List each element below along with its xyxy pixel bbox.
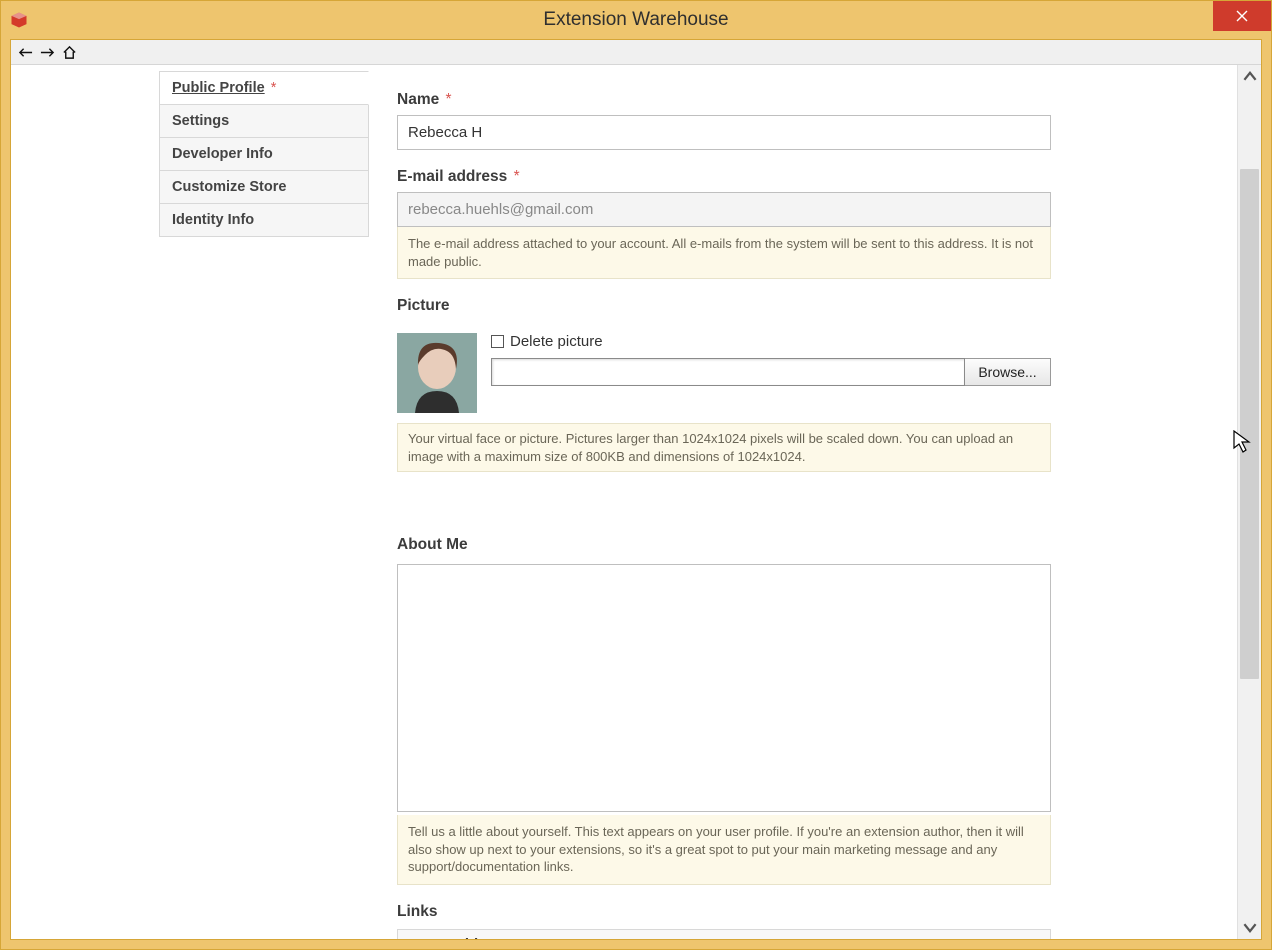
- close-button[interactable]: [1213, 1, 1271, 31]
- home-icon[interactable]: [60, 43, 78, 61]
- avatar: [397, 333, 477, 413]
- picture-row: Delete picture Browse...: [397, 333, 1051, 413]
- sidebar-item-label: Public Profile: [172, 80, 265, 96]
- name-group: Name *: [397, 91, 1051, 150]
- links-table: Title URL ✥: [397, 929, 1051, 939]
- content-viewport: Public Profile * Settings Developer Info…: [11, 65, 1261, 939]
- picture-help: Your virtual face or picture. Pictures l…: [397, 423, 1051, 472]
- sidebar-item-label: Developer Info: [172, 146, 273, 162]
- email-group: E-mail address * The e-mail address atta…: [397, 168, 1051, 279]
- picture-label: Picture: [397, 297, 1051, 315]
- titlebar: Extension Warehouse: [1, 1, 1271, 39]
- sidebar-item-label: Customize Store: [172, 179, 286, 195]
- required-mark: *: [514, 168, 520, 185]
- browse-button[interactable]: Browse...: [965, 358, 1051, 386]
- picture-group: Delete picture Browse... Your virtual fa…: [397, 333, 1051, 472]
- scroll-up-icon[interactable]: [1238, 65, 1261, 89]
- browser-chrome: Public Profile * Settings Developer Info…: [10, 39, 1262, 940]
- about-textarea[interactable]: [397, 564, 1051, 812]
- scroll-down-icon[interactable]: [1238, 915, 1261, 939]
- file-path-input[interactable]: [491, 358, 965, 386]
- sidebar-item-developer-info[interactable]: Developer Info: [159, 138, 369, 171]
- forward-icon[interactable]: [38, 43, 56, 61]
- label-text: E-mail address: [397, 168, 507, 185]
- sidebar-item-settings[interactable]: Settings: [159, 105, 369, 138]
- about-label: About Me: [397, 536, 1051, 554]
- delete-picture-label: Delete picture: [510, 333, 603, 350]
- picture-controls: Delete picture Browse...: [491, 333, 1051, 386]
- name-input[interactable]: [397, 115, 1051, 150]
- back-icon[interactable]: [16, 43, 34, 61]
- checkbox-box: [491, 335, 504, 348]
- links-col-title: Title: [456, 936, 750, 939]
- email-label: E-mail address *: [397, 168, 1051, 186]
- email-input: [397, 192, 1051, 227]
- links-col-url: URL: [750, 936, 781, 939]
- nav-toolbar: [11, 40, 1261, 65]
- delete-picture-checkbox[interactable]: Delete picture: [491, 333, 1051, 350]
- scrollbar[interactable]: [1237, 65, 1261, 939]
- app-icon: [9, 10, 29, 30]
- about-group: Tell us a little about yourself. This te…: [397, 564, 1051, 885]
- email-help: The e-mail address attached to your acco…: [397, 227, 1051, 279]
- scroll-thumb[interactable]: [1240, 169, 1259, 679]
- sidebar-item-customize-store[interactable]: Customize Store: [159, 171, 369, 204]
- links-label: Links: [397, 903, 1051, 921]
- inner-frame: Public Profile * Settings Developer Info…: [1, 39, 1271, 949]
- label-text: Name: [397, 91, 439, 108]
- scroll-track[interactable]: [1238, 89, 1261, 915]
- sidebar-item-label: Identity Info: [172, 212, 254, 228]
- window-frame: Extension Warehouse: [0, 0, 1272, 950]
- about-help: Tell us a little about yourself. This te…: [397, 815, 1051, 885]
- window-title: Extension Warehouse: [1, 9, 1271, 31]
- page: Public Profile * Settings Developer Info…: [11, 65, 1237, 939]
- file-chooser: Browse...: [491, 358, 1051, 386]
- required-mark: *: [446, 91, 452, 108]
- sidebar-item-identity-info[interactable]: Identity Info: [159, 204, 369, 237]
- sidebar: Public Profile * Settings Developer Info…: [159, 71, 369, 939]
- name-label: Name *: [397, 91, 1051, 109]
- sidebar-item-label: Settings: [172, 113, 229, 129]
- links-header: Title URL: [398, 930, 1050, 939]
- sidebar-item-public-profile[interactable]: Public Profile *: [159, 71, 369, 105]
- main-form: Name * E-mail address * The e-mail a: [369, 71, 1079, 939]
- required-mark: *: [271, 80, 277, 96]
